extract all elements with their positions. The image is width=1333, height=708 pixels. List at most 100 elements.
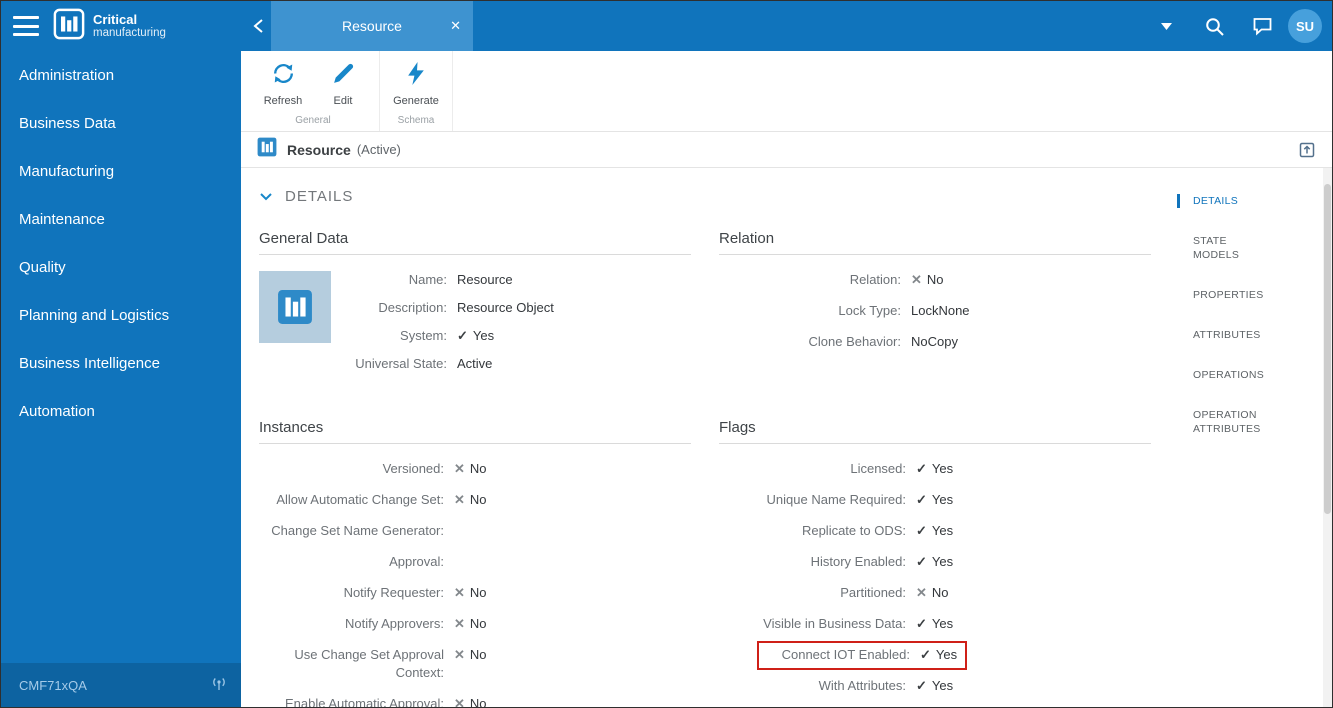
tab-close-icon[interactable]: ✕ [450, 18, 461, 34]
right-nav-item[interactable]: PROPERTIES [1177, 288, 1273, 302]
cm-logo-icon [53, 8, 85, 45]
sidebar-item[interactable]: Manufacturing [1, 147, 241, 195]
expand-panel-button[interactable] [1298, 141, 1316, 159]
resource-icon [278, 290, 312, 324]
field-value: No [469, 696, 487, 708]
chat-icon [1253, 18, 1271, 36]
right-section-nav: DETAILS STATE MODELS PROPERTIES ATTRIBUT… [1177, 194, 1273, 462]
field-row: Notify Approvers: No [259, 615, 691, 633]
sidebar: Critical manufacturing Administration Bu… [1, 1, 241, 707]
field-value: Yes [931, 461, 954, 476]
field-label: Universal State: [355, 356, 447, 371]
field-label: Clone Behavior: [808, 334, 902, 349]
field-label: Allow Automatic Change Set: [276, 492, 444, 507]
entity-header: Resource (Active) [241, 132, 1332, 168]
field-row: Replicate to ODS: Yes [719, 522, 1151, 540]
sidebar-item[interactable]: Administration [1, 51, 241, 99]
brand-subtitle: manufacturing [93, 27, 166, 39]
field-value: Active [457, 356, 493, 371]
details-section-title: DETAILS [285, 188, 354, 205]
field-label: Lock Type: [838, 303, 901, 318]
mark-icon [454, 695, 465, 707]
generate-icon [404, 61, 429, 91]
scrollbar[interactable] [1323, 168, 1332, 707]
generate-button[interactable]: Generate [386, 57, 446, 113]
panel-flags: Flags Licensed: Yes [719, 419, 1151, 707]
sidebar-header: Critical manufacturing [1, 1, 241, 51]
field-row: Allow Automatic Change Set: No [259, 491, 691, 509]
topbar-actions: SU [1142, 1, 1332, 51]
panel-title: Relation [719, 230, 1151, 255]
mark-icon [916, 615, 927, 633]
app-window: Critical manufacturing Administration Bu… [0, 0, 1333, 708]
field-label: Visible in Business Data: [763, 616, 906, 631]
sidebar-item[interactable]: Business Data [1, 99, 241, 147]
field-row: Clone Behavior: NoCopy [719, 333, 1151, 351]
field-label: Name: [408, 272, 447, 287]
field-label: History Enabled: [810, 554, 906, 569]
sidebar-item[interactable]: Automation [1, 387, 241, 435]
search-button[interactable] [1190, 1, 1238, 51]
back-chevron-icon [252, 19, 263, 33]
field-value: Yes [931, 492, 954, 507]
sidebar-item[interactable]: Maintenance [1, 195, 241, 243]
field-row: Change Set Name Generator: [259, 522, 691, 540]
right-nav-item[interactable]: OPERATION ATTRIBUTES [1177, 408, 1273, 436]
search-icon [1205, 17, 1224, 36]
field-value: Resource Object [457, 300, 554, 315]
field-value: Yes [931, 523, 954, 538]
field-label: Notify Requester: [343, 585, 444, 600]
field-label: Partitioned: [840, 585, 906, 600]
user-avatar[interactable]: SU [1288, 9, 1322, 43]
panel-title: Flags [719, 419, 1151, 444]
right-nav-item[interactable]: DETAILS [1177, 194, 1273, 208]
dropdown-caret-icon [1160, 22, 1172, 30]
field-label: With Attributes: [818, 678, 906, 693]
toolbar-group-schema: Generate Schema [380, 51, 453, 131]
field-value: Resource [457, 272, 513, 287]
action-toolbar: Refresh Edit General Generate Schema [241, 51, 1332, 132]
sidebar-item[interactable]: Business Intelligence [1, 339, 241, 387]
field-row: Use Change Set Approval Context: No [259, 646, 691, 682]
field-row: Relation: No [719, 271, 1151, 289]
field-value: Yes [935, 647, 958, 662]
resource-icon [257, 137, 277, 162]
panel-general-data: General Data Name: Resource Description:… [259, 230, 691, 383]
right-nav-item[interactable]: ATTRIBUTES [1177, 328, 1273, 342]
field-label: Relation: [849, 272, 901, 287]
mark-icon [454, 584, 465, 602]
field-row: With Attributes: Yes [719, 677, 1151, 695]
right-nav-item[interactable]: STATE MODELS [1177, 234, 1273, 262]
field-row: Visible in Business Data: Yes [719, 615, 1151, 633]
field-label: Notify Approvers: [345, 616, 444, 631]
mark-icon [916, 522, 927, 540]
chat-button[interactable] [1238, 1, 1286, 51]
scrollbar-thumb[interactable] [1324, 184, 1331, 514]
back-button[interactable] [245, 1, 271, 51]
field-label: Use Change Set Approval Context: [294, 647, 444, 680]
field-label: Connect IOT Enabled: [781, 647, 910, 662]
field-value: No [469, 461, 487, 476]
sidebar-item[interactable]: Planning and Logistics [1, 291, 241, 339]
field-list: Relation: No Lock Type: [719, 271, 1151, 351]
field-value: No [469, 647, 487, 662]
button-label: Refresh [263, 95, 303, 107]
entity-state: (Active) [356, 142, 401, 157]
field-row: Name: Resource [347, 271, 691, 289]
details-section-toggle[interactable]: DETAILS [259, 188, 353, 205]
field-label: Licensed: [850, 461, 906, 476]
panel-title: General Data [259, 230, 691, 255]
tab-resource[interactable]: Resource ✕ [271, 1, 473, 51]
field-label: System: [400, 328, 447, 343]
sidebar-item[interactable]: Quality [1, 243, 241, 291]
refresh-button[interactable]: Refresh [253, 57, 313, 113]
edit-button[interactable]: Edit [313, 57, 373, 113]
mark-icon [454, 491, 465, 509]
field-label: Approval: [389, 554, 444, 569]
view-dropdown-button[interactable] [1142, 1, 1190, 51]
panel-instances: Instances Versioned: No [259, 419, 691, 708]
right-nav-item[interactable]: OPERATIONS [1177, 368, 1273, 382]
hamburger-menu-icon[interactable] [13, 16, 39, 36]
toolbar-group-label-schema: Schema [397, 115, 435, 126]
field-label: Replicate to ODS: [801, 523, 906, 538]
